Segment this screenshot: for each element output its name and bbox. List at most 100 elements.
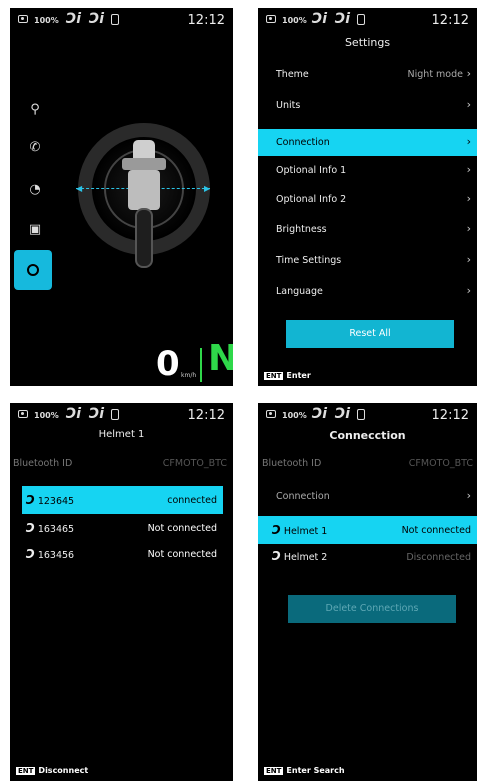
gear-icon (27, 264, 39, 276)
helmet-label: Helmet 2 (283, 552, 328, 563)
device-status: Not connected (147, 523, 217, 534)
device-id: 163465 (37, 524, 75, 535)
settings-item-label: Units (276, 100, 301, 111)
page-title: Connecction (329, 429, 406, 442)
settings-item-optional-info-1[interactable]: Optional Info 1 › (258, 159, 477, 183)
settings-item-language[interactable]: Language › (258, 280, 477, 304)
speed-unit: km/h (181, 372, 197, 379)
helmet-icon: Ɔ (272, 549, 281, 563)
helmet-icon: Ɔi (312, 406, 328, 422)
footer-text: Disconnect (38, 766, 89, 775)
footer-text: Enter (286, 371, 311, 380)
helmet-icon: Ɔi (89, 11, 105, 27)
bluetooth-id-value: CFMOTO_BTC (408, 458, 473, 469)
helmet-label: Helmet 1 (283, 526, 328, 537)
status-bar: 100% Ɔi Ɔi 12:12 (258, 403, 477, 427)
settings-item-label: Theme (276, 69, 309, 80)
chevron-right-icon: › (466, 98, 471, 111)
helmet-icon: Ɔ (272, 523, 281, 537)
bluetooth-id-label: Bluetooth ID (13, 458, 73, 469)
phone-status-icon (357, 409, 365, 420)
chevron-right-icon: › (466, 163, 471, 176)
helmet-icon: Ɔi (335, 406, 351, 422)
camera-icon (266, 15, 276, 23)
chevron-right-icon: › (466, 135, 471, 148)
helmet-icon: Ɔi (66, 406, 82, 422)
phone-icon[interactable]: ✆ (24, 136, 46, 158)
helmet-icon: Ɔ (26, 521, 35, 535)
screen-icon[interactable]: ▣ (24, 218, 46, 240)
helmet-icon: Ɔi (89, 406, 105, 422)
bluetooth-id-row: Bluetooth ID CFMOTO_BTC (258, 452, 477, 476)
settings-item-label: Time Settings (276, 255, 342, 266)
settings-screen: 100% Ɔi Ɔi 12:12 Settings Theme Night mo… (258, 8, 477, 386)
clock: 12:12 (187, 408, 225, 423)
battery-text: 100% (34, 411, 59, 420)
chevron-right-icon: › (466, 284, 471, 297)
helmet-screen: 100% Ɔi Ɔi 12:12 Helmet 1 Bluetooth ID C… (10, 403, 233, 781)
settings-item-label: Language (276, 286, 323, 297)
motorcycle-icon[interactable]: ⚲ (24, 98, 46, 120)
connection-row[interactable]: Connection › (258, 485, 477, 509)
ent-key-badge: ENT (264, 767, 284, 775)
chevron-right-icon: › (466, 67, 471, 80)
bluetooth-id-label: Bluetooth ID (262, 458, 322, 469)
speed-value: 0 (156, 344, 180, 384)
settings-menu-button[interactable] (14, 250, 52, 290)
battery-text: 100% (282, 411, 307, 420)
status-bar: 100% Ɔi Ɔi 12:12 (258, 8, 477, 32)
device-row[interactable]: Ɔ 123645 connected (22, 486, 223, 514)
gear-indicator: N (208, 338, 233, 379)
phone-status-icon (357, 14, 365, 25)
settings-item-theme[interactable]: Theme Night mode › (258, 63, 477, 87)
footer-hint: ENT Disconnect (16, 766, 88, 775)
connection-screen: 100% Ɔi Ɔi 12:12 Connecction Bluetooth I… (258, 403, 477, 781)
device-row[interactable]: Ɔ 163456 Not connected (22, 544, 223, 568)
helmet-2-row[interactable]: Ɔ Helmet 2 Disconnected (258, 546, 477, 570)
helmet-status: Not connected (401, 525, 471, 536)
chevron-right-icon: › (466, 192, 471, 205)
phone-status-icon (111, 409, 119, 420)
chevron-right-icon: › (466, 222, 471, 235)
settings-item-label: Connection (276, 137, 330, 148)
gear-separator (200, 348, 202, 382)
chevron-right-icon: › (466, 489, 471, 502)
camera-icon (266, 410, 276, 418)
settings-item-time-settings[interactable]: Time Settings › (258, 249, 477, 273)
helmet-icon: Ɔi (335, 11, 351, 27)
dashboard-screen: 100% Ɔi Ɔi 12:12 ⚲ ✆ ◔ ▣ ◀ ▶ 0 km/h N (10, 8, 233, 386)
bluetooth-id-row: Bluetooth ID CFMOTO_BTC (10, 452, 233, 476)
battery-text: 100% (34, 16, 59, 25)
ent-key-badge: ENT (264, 372, 284, 380)
page-title: Settings (344, 36, 391, 49)
settings-item-label: Brightness (276, 224, 327, 235)
camera-icon (18, 410, 28, 418)
status-bar: 100% Ɔi Ɔi 12:12 (10, 403, 233, 427)
device-row[interactable]: Ɔ 163465 Not connected (22, 518, 223, 542)
delete-connections-button[interactable]: Delete Connections (288, 595, 456, 623)
settings-item-optional-info-2[interactable]: Optional Info 2 › (258, 188, 477, 212)
camera-icon (18, 15, 28, 23)
helmet-1-row[interactable]: Ɔ Helmet 1 Not connected (258, 516, 477, 544)
ent-key-badge: ENT (16, 767, 36, 775)
settings-item-value: Night mode (407, 69, 463, 80)
footer-hint: ENT Enter (264, 371, 311, 380)
footer-text: Enter Search (286, 766, 345, 775)
helmet-icon: Ɔ (26, 493, 35, 507)
settings-item-label: Optional Info 1 (276, 165, 347, 176)
device-id: 123645 (37, 496, 75, 507)
helmet-status: Disconnected (406, 552, 471, 563)
settings-item-connection[interactable]: Connection › (258, 129, 477, 156)
gauge-icon[interactable]: ◔ (24, 178, 46, 200)
device-id: 163456 (37, 550, 75, 561)
status-bar: 100% Ɔi Ɔi 12:12 (10, 8, 233, 32)
device-status: connected (167, 495, 217, 506)
settings-item-brightness[interactable]: Brightness › (258, 218, 477, 242)
settings-item-label: Optional Info 2 (276, 194, 347, 205)
page-title: Helmet 1 (98, 429, 145, 440)
helmet-icon: Ɔi (66, 11, 82, 27)
helmet-icon: Ɔ (26, 547, 35, 561)
settings-item-units[interactable]: Units › (258, 94, 477, 118)
connection-label: Connection (276, 491, 330, 502)
reset-all-button[interactable]: Reset All (286, 320, 454, 348)
